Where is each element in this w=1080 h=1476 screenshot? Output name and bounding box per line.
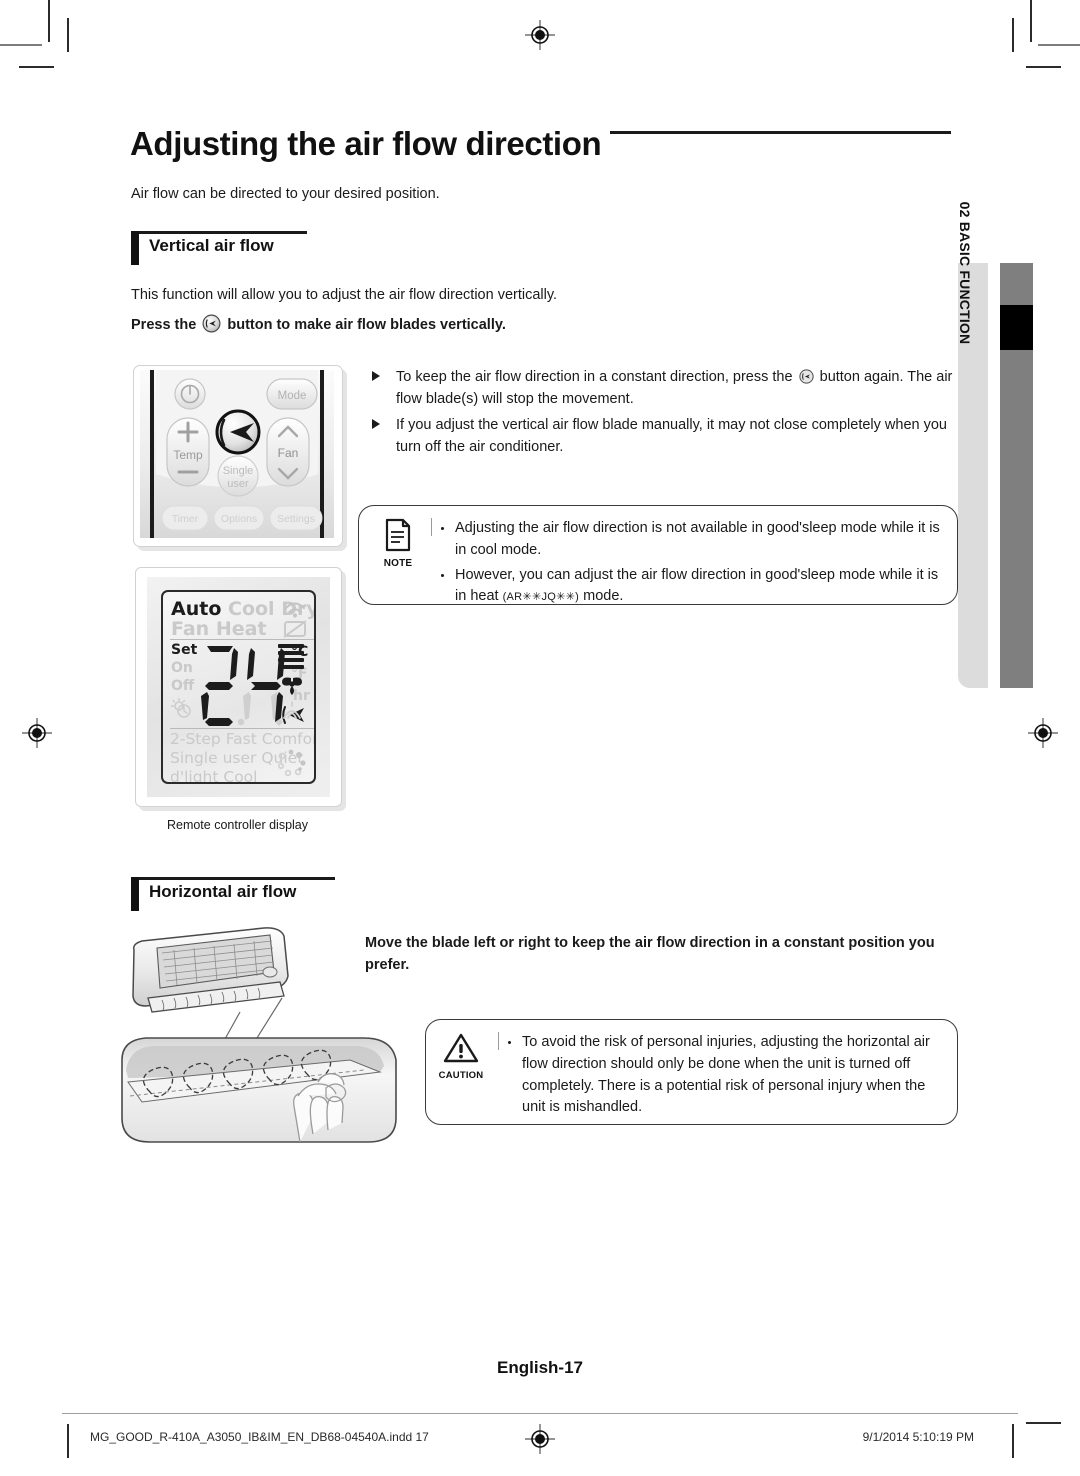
vertical-instruction: Press the button to make air flow blades…: [131, 314, 691, 337]
svg-text:Timer: Timer: [172, 513, 199, 525]
lcd-feature-2step: 2-Step: [170, 730, 221, 748]
lcd-status-icons: [282, 596, 308, 644]
section-title-horizontal: Horizontal air flow: [149, 882, 297, 901]
bullet-item-1: To keep the air flow direction in a cons…: [370, 366, 960, 410]
wifi-icon: [285, 602, 305, 613]
fan-speed-bars-icon: [278, 644, 304, 669]
arrow-bullet-icon: [372, 371, 380, 381]
lcd-mode-heat: Heat: [215, 618, 267, 640]
instruction-suffix: button to make air flow blades verticall…: [227, 317, 506, 333]
bullet-item-2: If you adjust the vertical air flow blad…: [370, 414, 960, 458]
section-bar: [131, 877, 139, 911]
lcd-purify-icon: [276, 747, 310, 782]
blade-closeup: [121, 1037, 397, 1143]
page-title: Adjusting the air flow direction: [130, 125, 602, 162]
bullet-1-part-a: To keep the air flow direction in a cons…: [396, 369, 793, 385]
lcd-goodsleep-icon: [170, 696, 194, 724]
title-rule: [610, 131, 951, 134]
caution-item-1: To avoid the risk of personal injuries, …: [506, 1032, 945, 1119]
lcd-feature-row-1: 2-Step Fast Comfort: [170, 730, 314, 748]
note-item-2-model-code: (AR✳✳JQ✳✳): [502, 591, 580, 604]
section-bar: [131, 231, 139, 265]
lcd-mode-fan: Fan: [171, 618, 210, 640]
bullet-dot-icon: [508, 1041, 511, 1044]
lcd-bezel: Auto Cool Dry Fan Heat Set On Off °F hr …: [147, 577, 330, 797]
air-flow-icon: [283, 701, 301, 719]
svg-text:Mode: Mode: [278, 390, 307, 402]
vertical-description: This function will allow you to adjust t…: [131, 287, 558, 303]
swing-button-icon: [202, 314, 221, 333]
no-display-icon: [283, 620, 307, 638]
lcd-image-caption: Remote controller display: [166, 818, 309, 832]
lcd-label-on: On: [171, 660, 193, 676]
bullet-dot-icon: [441, 573, 444, 577]
remote-controller-buttons-image: Mode Temp Fan Single user Timer Options …: [133, 365, 343, 547]
remote-controller-display-image: Auto Cool Dry Fan Heat Set On Off °F hr …: [135, 567, 342, 807]
note-divider: [431, 518, 433, 536]
svg-text:user: user: [227, 478, 249, 490]
intro-text: Air flow can be directed to your desired…: [131, 186, 440, 202]
lcd-fan-icons: [276, 642, 308, 726]
wall-unit: [132, 927, 289, 1013]
section-rule: [131, 231, 307, 234]
svg-text:Settings: Settings: [277, 513, 315, 525]
lcd-feature-comfort: Comfort: [261, 730, 314, 748]
manual-page: Adjusting the air flow direction Air flo…: [0, 0, 1080, 1476]
bullet-2-text: If you adjust the vertical air flow blad…: [396, 417, 947, 456]
caution-icon-column: CAUTION: [430, 1032, 492, 1081]
lcd-label-off: Off: [171, 678, 195, 694]
horizontal-instruction: Move the blade left or right to keep the…: [365, 935, 935, 973]
note-item-2: However, you can adjust the air flow dir…: [439, 565, 945, 609]
note-icon-column: NOTE: [369, 518, 427, 569]
svg-text:Temp: Temp: [173, 448, 203, 462]
chapter-tab: 02 BASIC FUNCTION: [957, 202, 988, 688]
caution-body: To avoid the risk of personal injuries, …: [506, 1032, 945, 1122]
note-item-1-text: Adjusting the air flow direction is not …: [455, 520, 940, 558]
lcd-mode-auto: Auto: [171, 598, 222, 620]
chapter-tab-label: 02 BASIC FUNCTION: [957, 201, 973, 345]
note-body: Adjusting the air flow direction is not …: [439, 518, 945, 611]
instruction-prefix: Press the: [131, 317, 197, 333]
section-title-vertical: Vertical air flow: [149, 236, 274, 255]
lcd-mode-cool: Cool: [228, 598, 275, 620]
warning-triangle-icon: [443, 1033, 479, 1063]
lcd-screen: Auto Cool Dry Fan Heat Set On Off °F hr …: [161, 590, 316, 784]
lcd-label-set: Set: [171, 642, 198, 658]
svg-text:Options: Options: [221, 513, 257, 525]
vertical-bullet-list: To keep the air flow direction in a cons…: [370, 366, 960, 462]
caution-divider: [498, 1032, 500, 1050]
lcd-feature-fast: Fast: [225, 730, 257, 748]
caution-callout: CAUTION To avoid the risk of personal in…: [425, 1019, 958, 1125]
caution-item-1-text: To avoid the risk of personal injuries, …: [522, 1034, 930, 1116]
lcd-feature-single-user: Single user: [170, 749, 257, 767]
page-number: English-17: [497, 1358, 583, 1377]
fan-blade-icon: [282, 677, 302, 695]
note-callout: NOTE Adjusting the air flow direction is…: [358, 505, 958, 605]
footer-timestamp: 9/1/2014 5:10:19 PM: [862, 1430, 974, 1444]
caution-icon-label: CAUTION: [438, 1070, 484, 1081]
svg-text:Single: Single: [223, 465, 254, 477]
arrow-bullet-icon: [372, 419, 380, 430]
note-item-2-tail: mode.: [583, 588, 624, 605]
chapter-index-active-marker: [1000, 305, 1033, 350]
chapter-index-strip: [1000, 263, 1033, 688]
section-rule: [131, 877, 335, 880]
note-item-1: Adjusting the air flow direction is not …: [439, 518, 945, 562]
bullet-dot-icon: [441, 527, 444, 530]
lcd-mode-row-2: Fan Heat: [171, 618, 267, 640]
footer-filename: MG_GOOD_R-410A_A3050_IB&IM_EN_DB68-04540…: [90, 1430, 429, 1444]
swing-button-icon-inline: [798, 369, 814, 384]
footer-rule: [62, 1413, 1018, 1414]
note-icon-label: NOTE: [383, 558, 413, 569]
svg-text:Fan: Fan: [278, 446, 299, 460]
document-note-icon: [385, 518, 411, 552]
lcd-feature-row-3: d'light Cool: [170, 768, 258, 784]
